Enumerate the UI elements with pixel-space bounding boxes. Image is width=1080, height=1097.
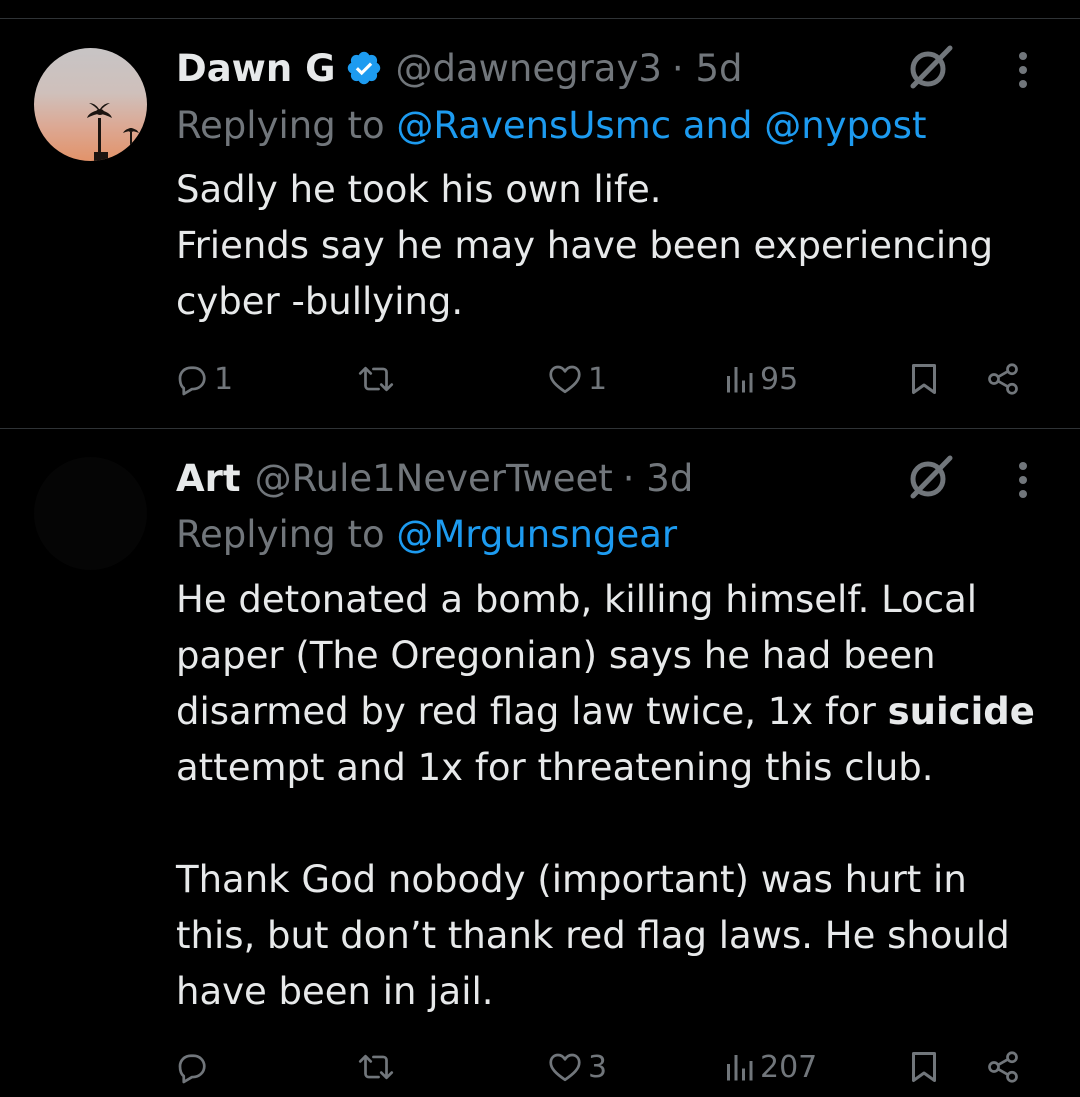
author-name[interactable]: Dawn G bbox=[176, 47, 335, 90]
like-button[interactable]: 3 bbox=[546, 1042, 607, 1092]
reply-button[interactable] bbox=[174, 1042, 214, 1092]
like-count: 3 bbox=[588, 1049, 608, 1085]
views-bar-chart-icon bbox=[727, 1055, 753, 1081]
like-button[interactable]: 1 bbox=[546, 354, 607, 404]
tweet-header: Art @Rule1NeverTweet · 3d bbox=[176, 452, 693, 504]
more-vertical-icon[interactable] bbox=[1006, 48, 1040, 92]
grok-icon[interactable] bbox=[904, 42, 954, 92]
action-bar: 3 207 bbox=[0, 1042, 1080, 1092]
replying-to: Replying to @Mrgunsngear bbox=[176, 513, 677, 556]
views-bar-chart-icon bbox=[727, 367, 753, 393]
views-button[interactable]: 207 bbox=[722, 1042, 817, 1092]
paragraph-break bbox=[176, 796, 1056, 852]
retweet-icon bbox=[358, 1054, 394, 1080]
views-count: 207 bbox=[760, 1049, 818, 1085]
tweet-text: He detonated a bomb, killing himself. Lo… bbox=[176, 572, 1056, 1020]
share-icon bbox=[988, 363, 1018, 395]
heart-icon bbox=[549, 365, 581, 394]
tweet-text-line: Sadly he took his own life. bbox=[176, 168, 662, 211]
retweet-button[interactable] bbox=[356, 1042, 400, 1092]
avatar[interactable] bbox=[34, 457, 147, 570]
tweet-text: Sadly he took his own life. Friends say … bbox=[176, 162, 1056, 330]
timestamp[interactable]: · 5d bbox=[672, 47, 743, 90]
share-button[interactable] bbox=[984, 354, 1022, 404]
tweet-text-line: attempt and 1x for threatening this club… bbox=[176, 746, 934, 789]
tweet-text-line: this, but don’t thank red flag laws. He … bbox=[176, 914, 1010, 957]
tweet-text-line: paper (The Oregonian) says he had been bbox=[176, 634, 936, 677]
avatar[interactable] bbox=[34, 48, 147, 161]
author-handle[interactable]: @Rule1NeverTweet bbox=[255, 457, 613, 500]
bookmark-icon bbox=[912, 1052, 936, 1082]
bookmark-button[interactable] bbox=[906, 354, 942, 404]
bookmark-button[interactable] bbox=[906, 1042, 942, 1092]
like-count: 1 bbox=[588, 361, 608, 397]
replying-to: Replying to @RavensUsmc and @nypost bbox=[176, 104, 926, 147]
retweet-button[interactable] bbox=[356, 354, 400, 404]
verified-badge-icon bbox=[345, 49, 383, 87]
tweet-text-line: have been in jail. bbox=[176, 970, 494, 1013]
more-vertical-icon[interactable] bbox=[1006, 458, 1040, 502]
tweet-text-bold: suicide bbox=[887, 690, 1035, 733]
share-icon bbox=[988, 1051, 1018, 1083]
author-handle[interactable]: @dawnegray3 bbox=[395, 47, 661, 90]
tweet-header: Dawn G @dawnegray3 · 5d bbox=[176, 42, 742, 94]
views-count: 95 bbox=[760, 361, 799, 397]
heart-icon bbox=[549, 1053, 581, 1082]
grok-icon[interactable] bbox=[904, 452, 954, 502]
retweet-icon bbox=[358, 366, 394, 392]
tweet-text-line: cyber -bullying. bbox=[176, 280, 464, 323]
tweet-text-line: Friends say he may have been experiencin… bbox=[176, 224, 994, 267]
reply-icon bbox=[178, 1054, 206, 1084]
reply-count: 1 bbox=[214, 361, 234, 397]
replying-to-mentions[interactable]: @Mrgunsngear bbox=[396, 513, 677, 556]
replying-to-label: Replying to bbox=[176, 104, 385, 147]
share-button[interactable] bbox=[984, 1042, 1022, 1092]
views-button[interactable]: 95 bbox=[722, 354, 798, 404]
reply-button[interactable]: 1 bbox=[174, 354, 233, 404]
reply-icon bbox=[178, 366, 206, 396]
tweet-text-segment: disarmed by red flag law twice, 1x for bbox=[176, 690, 888, 733]
timestamp[interactable]: · 3d bbox=[623, 457, 694, 500]
bookmark-icon bbox=[912, 364, 936, 394]
replying-to-label: Replying to bbox=[176, 513, 385, 556]
replying-to-mentions[interactable]: @RavensUsmc and @nypost bbox=[396, 104, 926, 147]
tweet-text-line: Thank God nobody (important) was hurt in bbox=[176, 858, 967, 901]
tweet-text-line: disarmed by red flag law twice, 1x for s… bbox=[176, 684, 1056, 740]
tweet-text-line: He detonated a bomb, killing himself. Lo… bbox=[176, 578, 978, 621]
author-name[interactable]: Art bbox=[176, 457, 241, 500]
action-bar: 1 1 95 bbox=[0, 354, 1080, 404]
